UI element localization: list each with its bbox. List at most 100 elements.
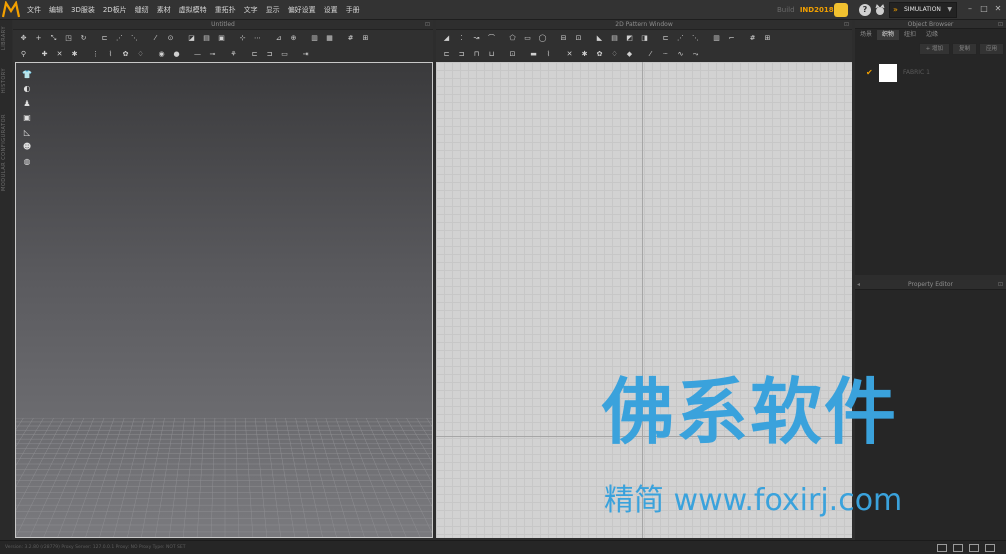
menu-manual[interactable]: 手册	[346, 0, 360, 20]
layout-2d-icon[interactable]	[969, 544, 979, 552]
menu-3d-garment[interactable]: 3D服装	[71, 0, 95, 20]
avatar-measure-icon[interactable]: ⊿	[272, 32, 285, 44]
puckering-icon[interactable]: ✿	[119, 48, 132, 60]
flatten-icon[interactable]: ▭	[278, 48, 291, 60]
tab-modular-configurator[interactable]: MODULAR CONFIGURATOR	[1, 114, 7, 191]
add-point-icon[interactable]: ⌒	[485, 32, 498, 44]
tack-icon[interactable]: ⊙	[164, 32, 177, 44]
buttonhole-icon[interactable]: ●	[170, 48, 183, 60]
apply-button[interactable]: 应用	[978, 43, 1004, 55]
tab-button[interactable]: 纽扣	[899, 30, 921, 40]
trims-icon[interactable]: ⚘	[227, 48, 240, 60]
viewport-2d[interactable]	[436, 62, 852, 538]
grid-2d-icon[interactable]: #	[746, 32, 759, 44]
avatar-icon[interactable]: ☻	[21, 141, 33, 153]
segment-topstitch-icon[interactable]: ┄	[659, 48, 672, 60]
fabric-list-item[interactable]: ✔ FABRIC 1	[855, 64, 1006, 84]
tab-history[interactable]: HISTORY	[1, 68, 7, 93]
polygon-icon[interactable]: ⬠	[506, 32, 519, 44]
elastic-2d-icon[interactable]: ⌇	[542, 48, 555, 60]
layout-single-icon[interactable]	[937, 544, 947, 552]
unfold-icon[interactable]: ⊐	[263, 48, 276, 60]
menu-retopology[interactable]: 重拓扑	[215, 0, 236, 20]
shrink-2d-icon[interactable]: ✱	[578, 48, 591, 60]
graphic-icon[interactable]: ▣	[215, 32, 228, 44]
pleats-icon[interactable]: ▥	[710, 32, 723, 44]
fold-3d-icon[interactable]: ⊏	[248, 48, 261, 60]
fold-icon[interactable]: ↻	[77, 32, 90, 44]
maximize-button[interactable]: □	[978, 3, 990, 15]
tuck-icon[interactable]: ♢	[134, 48, 147, 60]
collapse-icon[interactable]: ◂	[857, 280, 860, 290]
arrangement-icon[interactable]: ⇥	[299, 48, 312, 60]
fit-map-icon[interactable]: ▦	[323, 32, 336, 44]
elastic-icon[interactable]: ⌇	[104, 48, 117, 60]
trace-icon[interactable]: ⊔	[485, 48, 498, 60]
free-sewing-2d-icon[interactable]: ⋰	[674, 32, 687, 44]
zipper-2d-icon[interactable]: ▬	[527, 48, 540, 60]
menu-materials[interactable]: 素材	[157, 0, 171, 20]
viewport-3d[interactable]: 👕 ◐ ♟ ▣ ◺ ☻ ◍	[15, 62, 433, 538]
zipper-icon[interactable]: ⋮	[89, 48, 102, 60]
pressure-icon[interactable]: ✚	[38, 48, 51, 60]
internal-polygon-icon[interactable]: ⊟	[557, 32, 570, 44]
texture-display-icon[interactable]: ▣	[21, 112, 33, 124]
mode-dropdown[interactable]: » SIMULATION ▼	[889, 2, 957, 18]
menu-2d-pattern[interactable]: 2D板片	[103, 0, 127, 20]
select-mesh-icon[interactable]: +	[32, 32, 45, 44]
menu-sewing[interactable]: 缝纫	[135, 0, 149, 20]
user-icon[interactable]	[874, 4, 886, 16]
texture-icon[interactable]: ▤	[200, 32, 213, 44]
edit-point-icon[interactable]: ⁚	[455, 32, 468, 44]
minimize-button[interactable]: –	[964, 3, 976, 15]
dart-icon[interactable]: ◣	[593, 32, 606, 44]
button-icon[interactable]: ◉	[155, 48, 168, 60]
menu-preferences[interactable]: 偏好设置	[288, 0, 316, 20]
tack-2d-icon[interactable]: ◆	[623, 48, 636, 60]
puckering-2d-icon[interactable]: ✿	[593, 48, 606, 60]
tape-icon[interactable]: ⋯	[251, 32, 264, 44]
free-sewing-icon[interactable]: ⋰	[113, 32, 126, 44]
fabric-grain-icon[interactable]: ◨	[638, 32, 651, 44]
copy-button[interactable]: 复制	[951, 43, 977, 55]
tuck-2d-icon[interactable]: ♢	[608, 48, 621, 60]
free-topstitch-icon[interactable]: ∿	[674, 48, 687, 60]
help-icon[interactable]: ?	[859, 4, 871, 16]
garment-display-icon[interactable]: 👕	[21, 68, 33, 80]
puckering-line-icon[interactable]: ⊸	[206, 48, 219, 60]
strengthen-2d-icon[interactable]: ✕	[563, 48, 576, 60]
undock-icon[interactable]: ⊡	[998, 20, 1003, 29]
topstitch-icon[interactable]: —	[191, 48, 204, 60]
mesh-grid-icon[interactable]: ⊞	[359, 32, 372, 44]
undock-icon[interactable]: ⊡	[998, 280, 1003, 290]
segment-sewing-icon[interactable]: ⊏	[98, 32, 111, 44]
shoe-icon[interactable]: ◺	[21, 126, 33, 138]
pin-icon[interactable]: ⁄	[149, 32, 162, 44]
layout-3d-icon[interactable]	[985, 544, 995, 552]
menu-text[interactable]: 文字	[244, 0, 258, 20]
topstitch-2d-icon[interactable]: ⁄	[644, 48, 657, 60]
circumference-icon[interactable]: ⊕	[287, 32, 300, 44]
tab-library[interactable]: LIBRARY	[1, 26, 7, 50]
notch-icon[interactable]: ⊡	[506, 48, 519, 60]
rectangle-icon[interactable]: ▭	[521, 32, 534, 44]
close-button[interactable]: ✕	[992, 3, 1004, 15]
mesh-grid-2d-icon[interactable]: ⊞	[761, 32, 774, 44]
fabric-render-icon[interactable]: ◐	[21, 83, 33, 95]
shrink-icon[interactable]: ✱	[68, 48, 81, 60]
measure-icon[interactable]: ⊹	[236, 32, 249, 44]
undock-icon[interactable]: ⊡	[425, 20, 430, 30]
select-move-icon[interactable]: ✥	[17, 32, 30, 44]
transform-pattern-icon[interactable]: ⤡	[47, 32, 60, 44]
menu-file[interactable]: 文件	[27, 0, 41, 20]
menu-avatar[interactable]: 虚拟模特	[179, 0, 207, 20]
avatar-display-icon[interactable]: ♟	[21, 97, 33, 109]
menu-settings[interactable]: 设置	[324, 0, 338, 20]
strengthen-icon[interactable]: ✕	[53, 48, 66, 60]
grid-icon[interactable]: #	[344, 32, 357, 44]
simulation-toggle-icon[interactable]	[834, 3, 848, 17]
segment-sewing-2d-icon[interactable]: ⊏	[659, 32, 672, 44]
graphic-2d-icon[interactable]: ◩	[623, 32, 636, 44]
environment-icon[interactable]: ◍	[21, 155, 33, 167]
circle-icon[interactable]: ◯	[536, 32, 549, 44]
